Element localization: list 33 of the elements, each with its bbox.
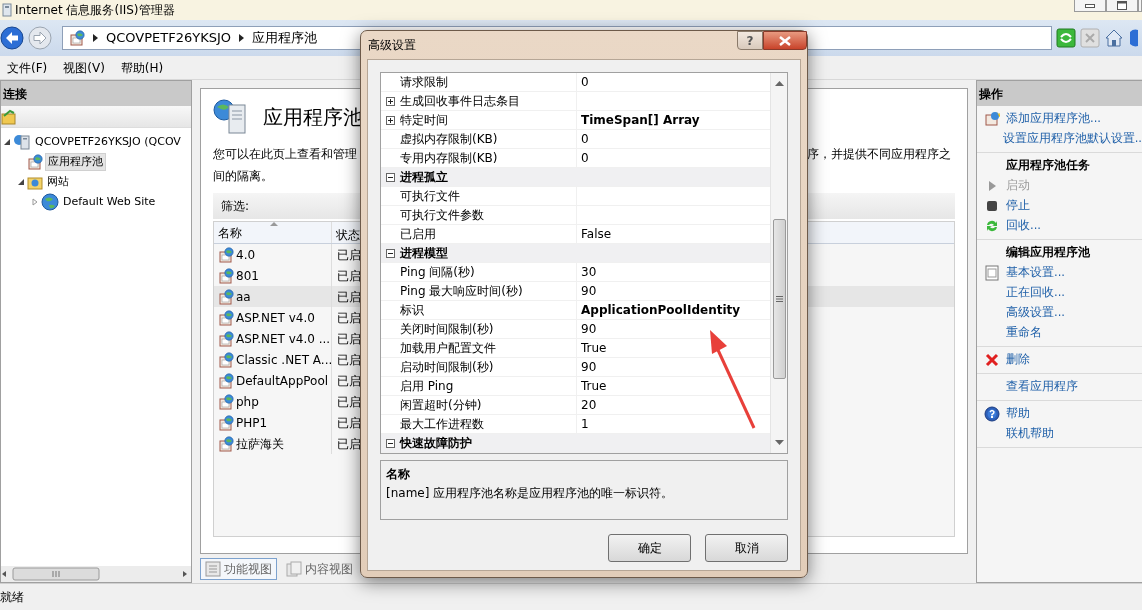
table-cell-text: 已启 — [336, 393, 361, 411]
table-cell-text: 已启 — [336, 435, 361, 453]
table-cell-text: 801 — [236, 267, 259, 285]
table-cell-text: php — [236, 393, 259, 411]
window-title: Internet 信息服务(IIS)管理器 — [15, 2, 175, 19]
table-cell-text: PHP1 — [236, 414, 268, 432]
filter-label: 筛选: — [221, 198, 250, 215]
table-cell-text: 4.0 — [236, 246, 256, 264]
table-cell-text: 已启 — [336, 372, 361, 390]
description-text: 序，并提供不同应用程序之 — [807, 146, 951, 163]
status-text: 就绪 — [0, 589, 24, 606]
table-cell-text: 已启 — [336, 267, 361, 285]
table-cell-text: 已启 — [336, 414, 361, 432]
panel-header: 操作 — [977, 81, 1142, 106]
description-text: 您可以在此页上查看和管理 — [213, 146, 357, 163]
section-heading: 应用程序池任务 — [1005, 157, 1091, 175]
table-cell-text: 已启 — [336, 330, 361, 348]
table-cell-text: 已启 — [336, 288, 361, 306]
section-heading: 编辑应用程序池 — [1005, 244, 1091, 262]
table-cell-text: aa — [236, 288, 251, 306]
table-cell-text: 已启 — [336, 309, 361, 327]
dialog-title: 高级设置 — [368, 37, 416, 54]
table-cell-text: 拉萨海关 — [236, 435, 284, 453]
description-text: 间的隔离。 — [213, 168, 273, 185]
table-cell-text: ASP.NET v4.0 — [236, 309, 315, 327]
table-cell-text: ASP.NET v4.0 ... — [236, 330, 331, 348]
table-cell-text: DefaultAppPool — [236, 372, 329, 390]
table-cell-text: 已启 — [336, 351, 361, 369]
table-cell-text: Classic .NET A... — [236, 351, 333, 369]
description-title: 名称 — [386, 466, 411, 483]
table-cell-text: 已启 — [336, 246, 361, 264]
description-text: [name] 应用程序池名称是应用程序池的唯一标识符。 — [386, 485, 675, 502]
panel-header: 连接 — [1, 81, 191, 106]
